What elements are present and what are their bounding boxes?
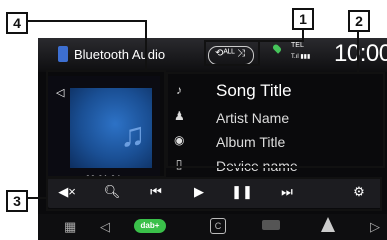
signal-status: T.ıl ▮▮▮ [291, 54, 311, 60]
clock: 10:00 [334, 40, 387, 67]
gps-pin-icon [271, 43, 283, 54]
callout-2: 2 [348, 10, 370, 32]
callout-3-box [46, 177, 382, 211]
scroll-right-icon[interactable]: ▷ [370, 219, 380, 235]
callout-3: 3 [6, 190, 28, 212]
callout-2-line [357, 30, 359, 72]
callout-1: 1 [292, 8, 314, 30]
navigation-icon[interactable] [321, 217, 335, 232]
callout-4-line-top [26, 20, 146, 22]
callout-4: 4 [6, 12, 28, 34]
callout-1-box [204, 40, 260, 66]
dab-source-button[interactable]: dab+ [134, 219, 166, 233]
source-title[interactable]: Bluetooth Audio [74, 47, 165, 62]
callout-2-box [166, 72, 385, 168]
callout-1-line [302, 28, 304, 40]
c-source-button[interactable]: C [210, 218, 226, 234]
callout-4-box [46, 70, 166, 178]
scroll-left-icon[interactable]: ◁ [100, 219, 110, 235]
bottom-bar: ▦ ◁ dab+ C ▷ [38, 214, 387, 240]
callout-1-connector [256, 40, 304, 42]
source-icon[interactable] [262, 220, 280, 230]
callout-3-line [26, 197, 48, 199]
bluetooth-phone-icon [58, 46, 68, 62]
tel-label: TEL [291, 42, 304, 49]
menu-grid-icon[interactable]: ▦ [64, 219, 76, 235]
callout-4-line-down [145, 20, 147, 70]
